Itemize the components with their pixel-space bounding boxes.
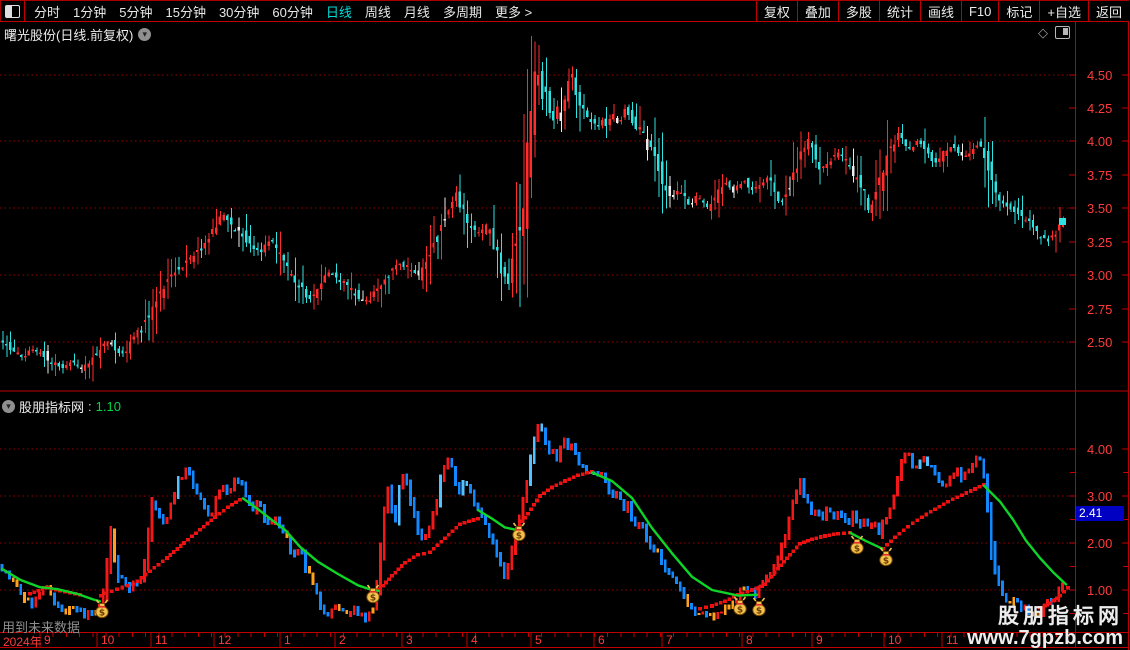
indicator-y-axis-label: 3.00 [1087,489,1113,504]
period-tab-weekly[interactable]: 周线 [365,2,391,21]
main-y-axis-label: 4.50 [1087,68,1113,83]
indicator-value: 1.10 [95,399,121,414]
indicator-y-axis-label: 4.00 [1087,442,1113,457]
tool-button-add-watchlist[interactable]: +自选 [1039,1,1088,21]
main-y-axis-label: 4.25 [1087,101,1113,116]
x-axis-month-label: 8 [746,633,753,647]
indicator-separator: : [88,399,92,414]
x-axis-month-label: 11 [946,633,959,647]
chevron-down-circle-icon[interactable]: ▾ [2,400,15,413]
x-axis-month-label: 7 [666,633,673,647]
period-tab-monthly[interactable]: 月线 [404,2,430,21]
period-tab-5min[interactable]: 5分钟 [119,2,152,21]
diamond-icon[interactable]: ◇ [1038,26,1048,39]
indicator-y-axis-label: 1.00 [1087,583,1113,598]
main-y-axis-label: 3.50 [1087,201,1113,216]
x-axis-month-label: 5 [535,633,542,647]
watermark-site-url: www.7gpzb.com [967,627,1123,649]
tool-button-stats[interactable]: 统计 [878,1,920,21]
top-menu-bar: 分时 1分钟 5分钟 15分钟 30分钟 60分钟 日线 周线 月线 多周期 更多 > 复权 叠加 多股… [0,0,1129,22]
tools-menu: 复权 叠加 多股 统计 画线 F10 标记 +自选 返回 [755,1,1129,21]
x-axis-year-label: 2024年 [3,635,42,649]
tool-button-f10[interactable]: F10 [960,1,998,21]
tool-button-multi-stock[interactable]: 多股 [837,1,879,21]
indicator-last-value-tag: 2.41 [1076,506,1124,521]
svg-text:$: $ [756,607,762,617]
svg-text:$: $ [370,594,376,604]
tool-button-fuquan[interactable]: 复权 [755,1,797,21]
period-tab-multi-period[interactable]: 多周期 [443,2,482,21]
svg-text:$: $ [516,532,522,542]
period-tab-30min[interactable]: 30分钟 [219,2,259,21]
tool-button-overlay[interactable]: 叠加 [796,1,838,21]
period-tab-1min[interactable]: 1分钟 [73,2,106,21]
tool-button-draw[interactable]: 画线 [919,1,961,21]
candlestick-plot [1,36,1065,382]
indicator-plot [0,423,1070,623]
money-bag-dollar-icon: $ [366,584,380,604]
x-axis-month-label: 4 [471,633,478,647]
svg-text:$: $ [854,545,860,555]
split-pane-icon [5,4,20,18]
period-tab-more[interactable]: 更多 > [495,2,532,21]
period-tab-daily[interactable]: 日线 [326,2,352,21]
stock-title: 曙光股份(日线.前复权) [4,28,134,43]
tool-button-back[interactable]: 返回 [1087,1,1129,21]
indicator-header: ▾ 股朋指标网 : 1.10 [2,397,121,416]
money-bag-dollar-icon: $ [879,547,893,567]
period-tab-15min[interactable]: 15分钟 [165,2,205,21]
watermark-site-name: 股朋指标网 [998,604,1123,628]
x-axis-month-label: 9 [816,633,823,647]
indicator-name: 股朋指标网 [19,400,85,415]
x-axis-month-label: 10 [888,633,902,647]
main-y-axis-label: 4.00 [1087,134,1113,149]
chevron-down-circle-icon[interactable]: ▾ [138,28,152,41]
period-tab-60min[interactable]: 60分钟 [272,2,312,21]
main-y-axis-label: 2.50 [1087,335,1113,350]
period-tab-fenshi[interactable]: 分时 [34,2,60,21]
x-axis-month-label: 6 [598,633,605,647]
x-axis-month-label: 1 [284,633,291,647]
last-price-marker [1059,218,1066,226]
svg-text:$: $ [99,609,105,619]
money-bag-dollar-icon: $ [752,597,766,617]
x-axis-month-label: 3 [406,633,413,647]
main-y-axis-label: 3.00 [1087,268,1113,283]
x-axis-month-label: 12 [218,633,232,647]
x-axis-month-label: 10 [101,633,115,647]
site-watermark: 股朋指标网 www.7gpzb.com [967,604,1123,649]
x-axis-month-label: 9 [44,633,51,647]
x-axis-month-label: 11 [155,633,168,647]
main-y-axis-label: 3.75 [1087,168,1113,183]
svg-text:$: $ [883,557,889,567]
indicator-y-axis-label: 2.00 [1087,536,1113,551]
money-bag-dollar-icon: $ [850,535,864,555]
stock-title-row: 曙光股份(日线.前复权) ▾ [4,25,152,44]
tool-button-mark[interactable]: 标记 [998,1,1039,21]
period-menu: 分时 1分钟 5分钟 15分钟 30分钟 60分钟 日线 周线 月线 多周期 更多 > [25,1,532,21]
main-y-axis-label: 3.25 [1087,235,1113,250]
main-y-axis-label: 2.75 [1087,302,1113,317]
x-axis-month-label: 2 [339,633,346,647]
svg-text:$: $ [737,606,743,616]
split-pane-icon[interactable] [1055,26,1070,39]
window-split-button[interactable] [1,1,25,21]
stock-chart-canvas: $ $ $ $ $ $ $ [0,0,1129,650]
chart-corner-controls: ◇ [1038,26,1070,39]
